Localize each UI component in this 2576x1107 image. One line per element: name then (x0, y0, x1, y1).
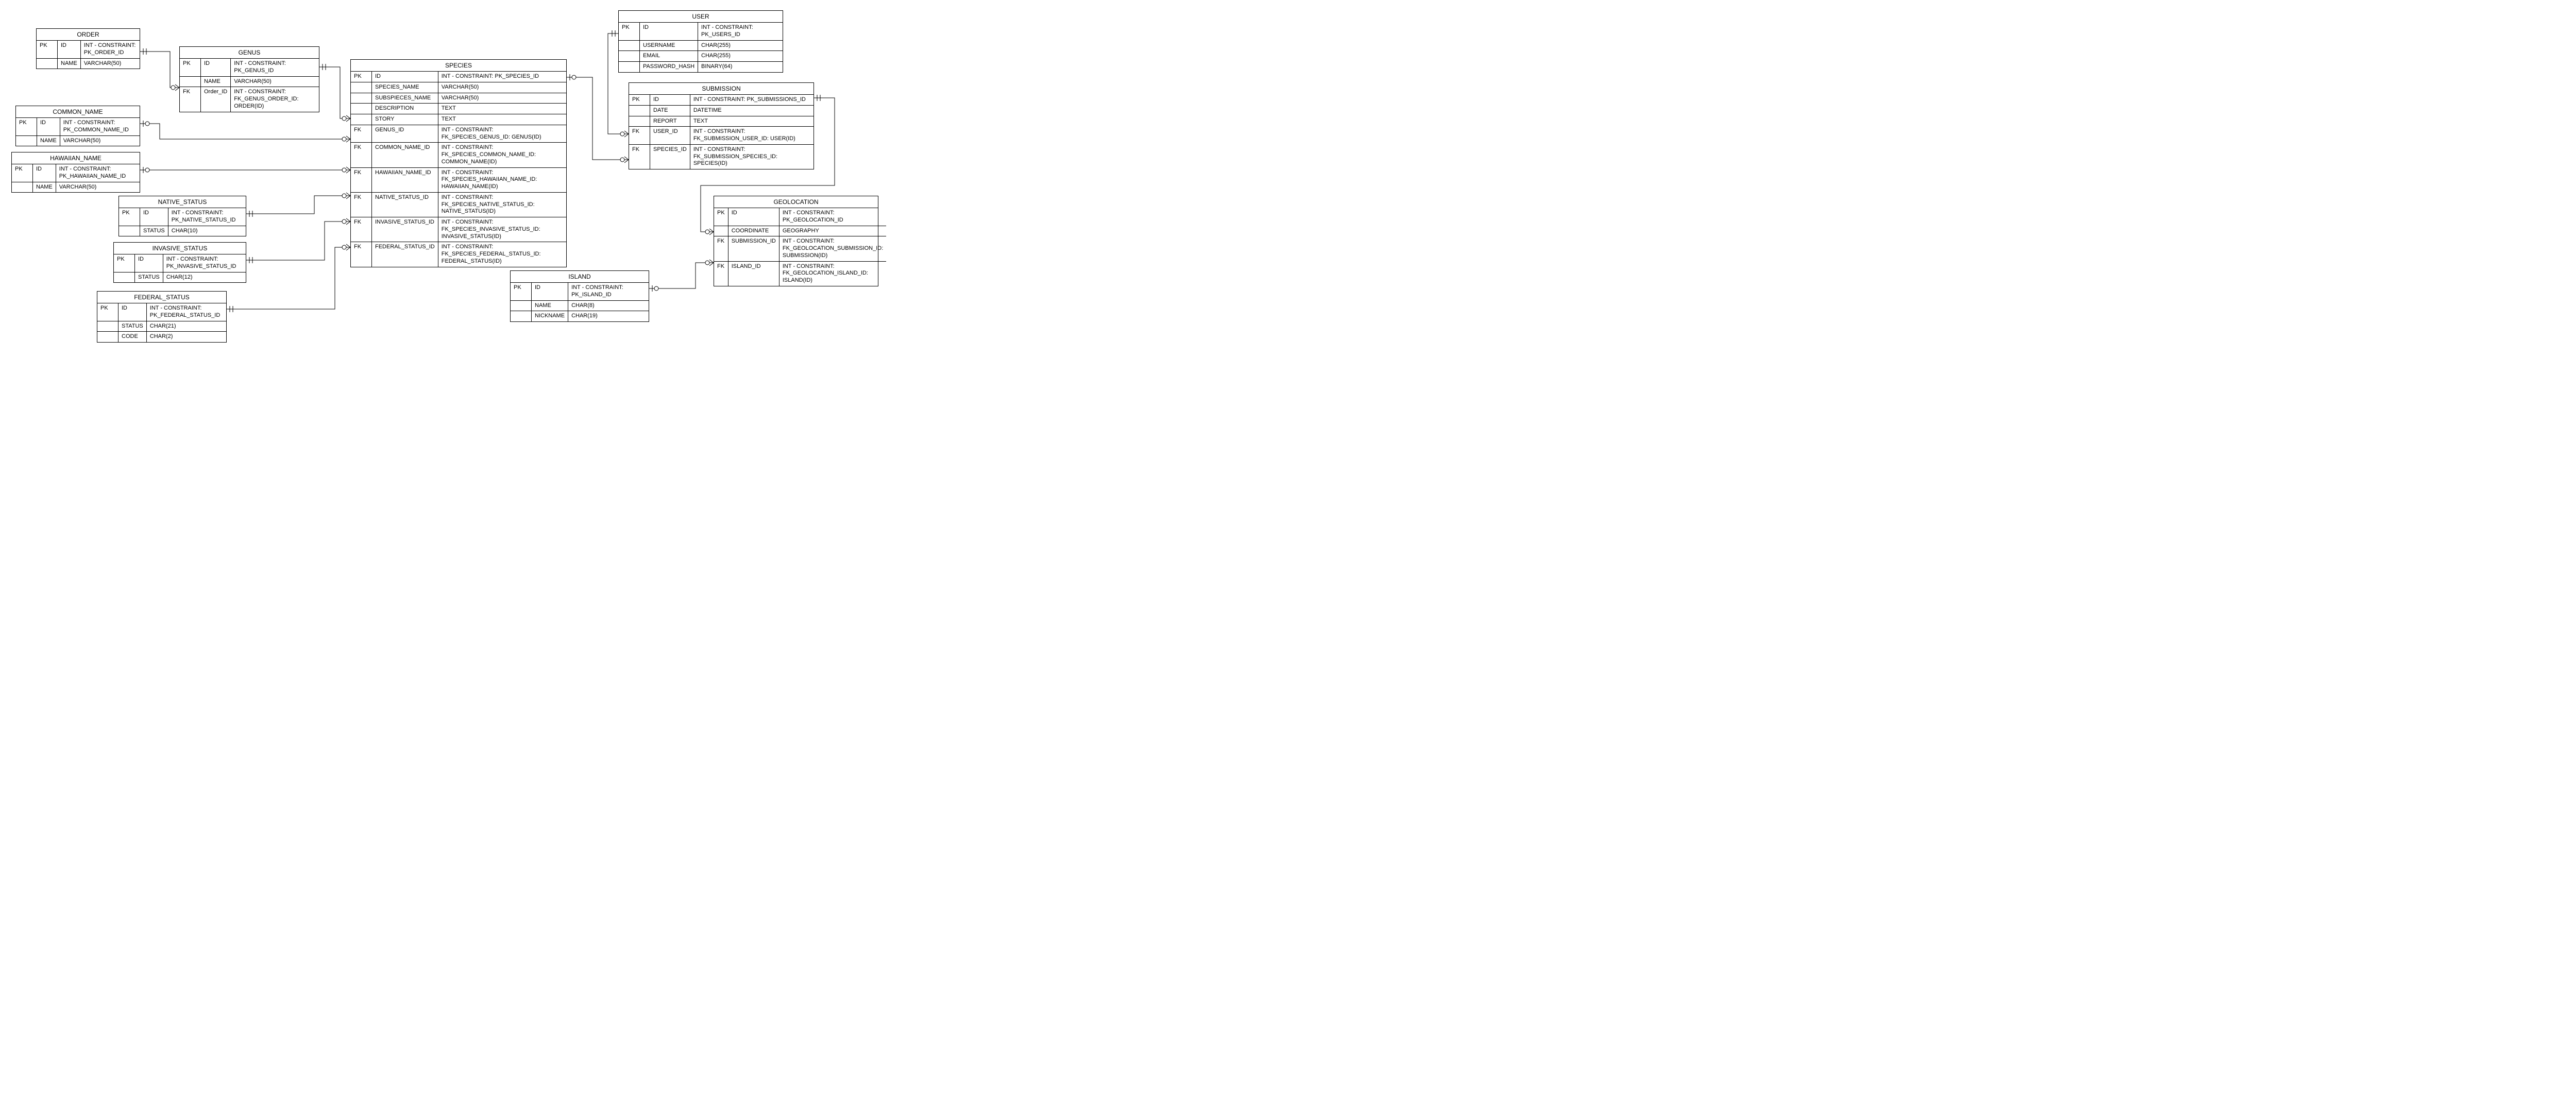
table-row: PKIDINT - CONSTRAINT: PK_INVASIVE_STATUS… (114, 254, 246, 272)
entity-columns: PKIDINT - CONSTRAINT: PK_ISLAND_ID NAMEC… (511, 283, 649, 321)
entity-columns: PKIDINT - CONSTRAINT: PK_COMMON_NAME_ID … (16, 118, 140, 146)
table-row: SUBSPIECES_NAMEVARCHAR(50) (351, 93, 566, 104)
table-row: PKIDINT - CONSTRAINT: PK_HAWAIIAN_NAME_I… (12, 164, 140, 182)
table-row: FKFEDERAL_STATUS_IDINT - CONSTRAINT: FK_… (351, 242, 566, 267)
entity-title: FEDERAL_STATUS (97, 292, 226, 303)
table-row: EMAILCHAR(255) (619, 51, 783, 62)
table-row: PKIDINT - CONSTRAINT: PK_USERS_ID (619, 23, 783, 40)
entity-columns: PKIDINT - CONSTRAINT: PK_FEDERAL_STATUS_… (97, 303, 226, 342)
table-row: STATUSCHAR(21) (97, 321, 226, 332)
entity-geolocation: GEOLOCATION PKIDINT - CONSTRAINT: PK_GEO… (714, 196, 878, 286)
entity-title: GEOLOCATION (714, 196, 878, 208)
table-row: PKIDINT - CONSTRAINT: PK_ORDER_ID (37, 41, 140, 58)
table-row: CODECHAR(2) (97, 332, 226, 342)
table-row: FKUSER_IDINT - CONSTRAINT: FK_SUBMISSION… (629, 127, 814, 145)
entity-title: SUBMISSION (629, 83, 814, 95)
entity-island: ISLAND PKIDINT - CONSTRAINT: PK_ISLAND_I… (510, 270, 649, 322)
table-row: STORYTEXT (351, 114, 566, 125)
entity-columns: PKIDINT - CONSTRAINT: PK_INVASIVE_STATUS… (114, 254, 246, 282)
table-row: REPORTTEXT (629, 116, 814, 127)
table-row: DESCRIPTIONTEXT (351, 104, 566, 114)
table-row: PKIDINT - CONSTRAINT: PK_SPECIES_ID (351, 72, 566, 82)
table-row: NAMEVARCHAR(50) (16, 135, 140, 146)
table-row: FKINVASIVE_STATUS_IDINT - CONSTRAINT: FK… (351, 217, 566, 242)
entity-title: USER (619, 11, 783, 23)
entity-federal-status: FEDERAL_STATUS PKIDINT - CONSTRAINT: PK_… (97, 291, 227, 343)
table-row: PASSWORD_HASHBINARY(64) (619, 62, 783, 72)
table-row: PKIDINT - CONSTRAINT: PK_GEOLOCATION_ID (714, 208, 886, 226)
entity-order: ORDER PKIDINT - CONSTRAINT: PK_ORDER_ID … (36, 28, 140, 69)
entity-title: COMMON_NAME (16, 106, 140, 118)
table-row: FKISLAND_IDINT - CONSTRAINT: FK_GEOLOCAT… (714, 261, 886, 286)
entity-title: INVASIVE_STATUS (114, 243, 246, 254)
entity-hawaiian-name: HAWAIIAN_NAME PKIDINT - CONSTRAINT: PK_H… (11, 152, 140, 193)
table-row: NICKNAMECHAR(19) (511, 311, 649, 321)
entity-title: NATIVE_STATUS (119, 196, 246, 208)
entity-submission: SUBMISSION PKIDINT - CONSTRAINT: PK_SUBM… (629, 82, 814, 169)
er-diagram-canvas: ORDER PKIDINT - CONSTRAINT: PK_ORDER_ID … (5, 5, 881, 366)
table-row: FKOrder_IDINT - CONSTRAINT: FK_GENUS_ORD… (180, 87, 319, 112)
table-row: STATUSCHAR(10) (119, 226, 246, 236)
table-row: USERNAMECHAR(255) (619, 40, 783, 51)
entity-columns: PKIDINT - CONSTRAINT: PK_GEOLOCATION_ID … (714, 208, 886, 286)
entity-title: SPECIES (351, 60, 566, 72)
entity-native-status: NATIVE_STATUS PKIDINT - CONSTRAINT: PK_N… (118, 196, 246, 236)
entity-genus: GENUS PKIDINT - CONSTRAINT: PK_GENUS_ID … (179, 46, 319, 112)
table-row: FKHAWAIIAN_NAME_IDINT - CONSTRAINT: FK_S… (351, 167, 566, 192)
entity-title: GENUS (180, 47, 319, 59)
entity-common-name: COMMON_NAME PKIDINT - CONSTRAINT: PK_COM… (15, 106, 140, 146)
table-row: STATUSCHAR(12) (114, 272, 246, 282)
table-row: FKSPECIES_IDINT - CONSTRAINT: FK_SUBMISS… (629, 144, 814, 169)
table-row: NAMEVARCHAR(50) (12, 182, 140, 192)
entity-columns: PKIDINT - CONSTRAINT: PK_GENUS_ID NAMEVA… (180, 59, 319, 112)
table-row: COORDINATEGEOGRAPHY (714, 226, 886, 236)
entity-columns: PKIDINT - CONSTRAINT: PK_SUBMISSIONS_ID … (629, 95, 814, 169)
entity-title: ISLAND (511, 271, 649, 283)
entity-columns: PKIDINT - CONSTRAINT: PK_ORDER_ID NAMEVA… (37, 41, 140, 69)
table-row: FKCOMMON_NAME_IDINT - CONSTRAINT: FK_SPE… (351, 143, 566, 167)
entity-columns: PKIDINT - CONSTRAINT: PK_NATIVE_STATUS_I… (119, 208, 246, 236)
entity-invasive-status: INVASIVE_STATUS PKIDINT - CONSTRAINT: PK… (113, 242, 246, 283)
table-row: PKIDINT - CONSTRAINT: PK_SUBMISSIONS_ID (629, 95, 814, 105)
table-row: PKIDINT - CONSTRAINT: PK_GENUS_ID (180, 59, 319, 76)
entity-user: USER PKIDINT - CONSTRAINT: PK_USERS_ID U… (618, 10, 783, 73)
entity-columns: PKIDINT - CONSTRAINT: PK_SPECIES_ID SPEC… (351, 72, 566, 267)
table-row: DATEDATETIME (629, 105, 814, 116)
table-row: FKNATIVE_STATUS_IDINT - CONSTRAINT: FK_S… (351, 192, 566, 217)
entity-title: HAWAIIAN_NAME (12, 152, 140, 164)
table-row: FKGENUS_IDINT - CONSTRAINT: FK_SPECIES_G… (351, 125, 566, 143)
table-row: PKIDINT - CONSTRAINT: PK_FEDERAL_STATUS_… (97, 303, 226, 321)
table-row: FKSUBMISSION_IDINT - CONSTRAINT: FK_GEOL… (714, 236, 886, 261)
table-row: NAMEVARCHAR(50) (180, 76, 319, 87)
table-row: NAMEVARCHAR(50) (37, 58, 140, 69)
entity-columns: PKIDINT - CONSTRAINT: PK_HAWAIIAN_NAME_I… (12, 164, 140, 192)
table-row: SPECIES_NAMEVARCHAR(50) (351, 82, 566, 93)
table-row: NAMECHAR(8) (511, 300, 649, 311)
entity-species: SPECIES PKIDINT - CONSTRAINT: PK_SPECIES… (350, 59, 567, 267)
entity-title: ORDER (37, 29, 140, 41)
table-row: PKIDINT - CONSTRAINT: PK_ISLAND_ID (511, 283, 649, 300)
table-row: PKIDINT - CONSTRAINT: PK_COMMON_NAME_ID (16, 118, 140, 135)
entity-columns: PKIDINT - CONSTRAINT: PK_USERS_ID USERNA… (619, 23, 783, 72)
table-row: PKIDINT - CONSTRAINT: PK_NATIVE_STATUS_I… (119, 208, 246, 226)
